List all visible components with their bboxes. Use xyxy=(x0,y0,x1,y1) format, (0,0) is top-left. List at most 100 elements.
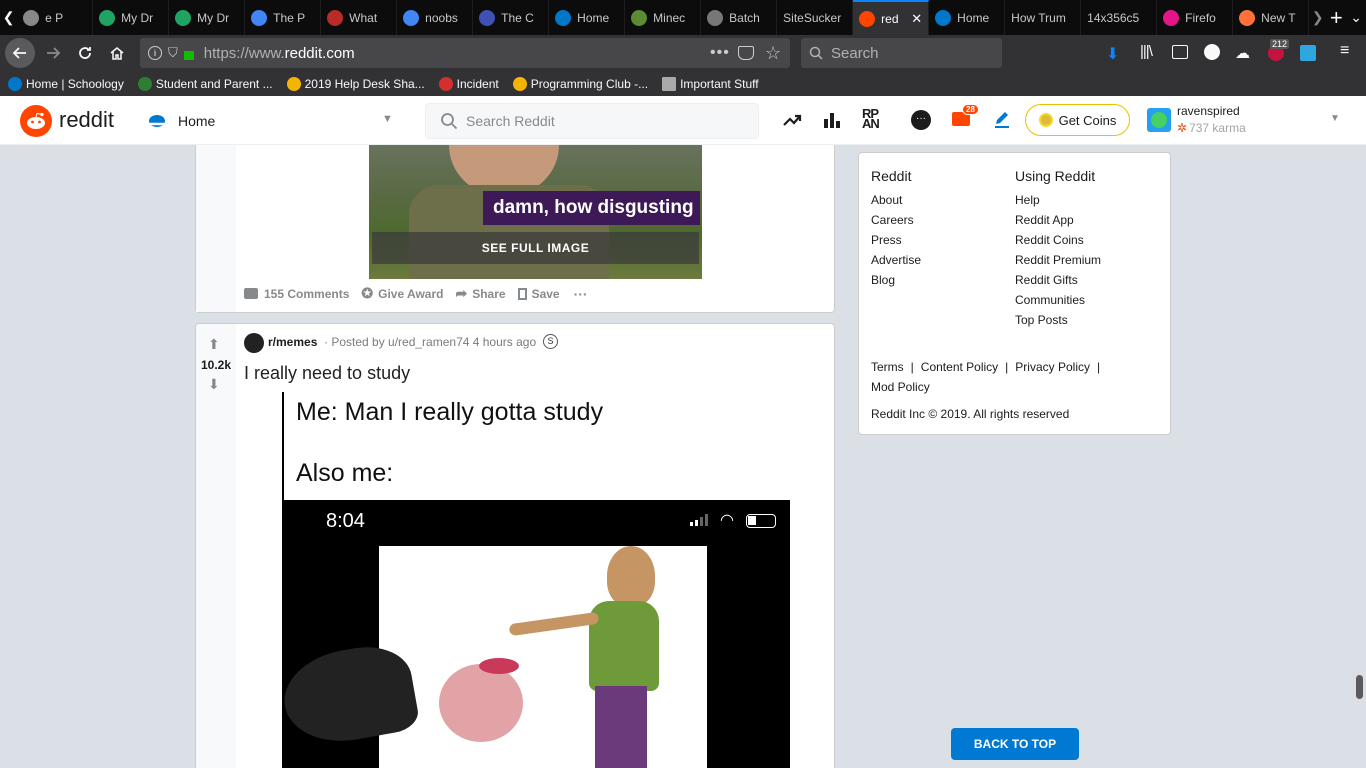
see-full-image-button[interactable]: SEE FULL IMAGE xyxy=(372,232,699,264)
rpan-icon[interactable]: RP AN xyxy=(862,107,880,130)
sidebar-icon[interactable] xyxy=(1172,45,1188,59)
browser-tab[interactable]: Batch xyxy=(701,0,778,35)
bookmark-item[interactable]: Programming Club -... xyxy=(512,77,648,91)
copyright-text: Reddit Inc © 2019. All rights reserved xyxy=(871,407,1070,421)
content-policy-link[interactable]: Content Policy xyxy=(921,360,998,374)
browser-tab[interactable]: e P xyxy=(17,0,94,35)
policy-links: Terms | Content Policy | Privacy Policy | Mod… xyxy=(871,360,1101,394)
page-actions-icon[interactable]: ••• xyxy=(710,44,730,62)
terms-link[interactable]: Terms xyxy=(871,360,904,374)
footer-link[interactable]: Blog xyxy=(871,273,921,293)
google-drive-icon xyxy=(512,77,527,91)
scroll-tabs-right-button[interactable]: ❯ xyxy=(1309,3,1326,33)
bookmark-star-icon[interactable]: ☆ xyxy=(765,43,781,64)
create-post-pencil-icon[interactable] xyxy=(993,110,1011,133)
browser-tab[interactable]: How Trum xyxy=(1005,0,1082,35)
give-award-button[interactable]: ✪ Give Award xyxy=(361,285,443,302)
browser-tab[interactable]: Home xyxy=(549,0,626,35)
library-icon[interactable]: |||\ xyxy=(1140,43,1153,60)
tracking-shield-icon[interactable]: ⛉ xyxy=(168,45,178,61)
reddit-search-input[interactable]: Search Reddit xyxy=(425,103,759,139)
popular-trending-icon[interactable] xyxy=(782,110,802,135)
browser-tab[interactable]: The P xyxy=(245,0,322,35)
browser-tab[interactable]: What xyxy=(321,0,398,35)
footer-link[interactable]: Communities xyxy=(1015,293,1101,313)
browser-tab[interactable]: noobs xyxy=(397,0,474,35)
home-dropdown[interactable]: Home ▼ xyxy=(146,105,396,137)
post-image[interactable]: Me: Man I really gotta study Also me: 8:… xyxy=(282,392,790,768)
tab-label: Home xyxy=(957,10,990,25)
post-title[interactable]: I really need to study xyxy=(244,363,410,384)
browser-tab[interactable]: The C xyxy=(473,0,550,35)
bookmark-item[interactable]: Student and Parent ... xyxy=(137,77,273,91)
bookmark-item[interactable]: Home | Schoology xyxy=(8,77,124,91)
award-icon: ✪ xyxy=(361,285,374,301)
bookmark-label: Student and Parent ... xyxy=(155,77,273,91)
browser-tab[interactable]: Firefo xyxy=(1157,0,1234,35)
bookmark-item[interactable]: Incident xyxy=(438,77,499,91)
tab-label: red xyxy=(881,11,899,26)
chat-icon[interactable]: ··· xyxy=(911,110,931,130)
pocket-icon[interactable] xyxy=(738,46,754,60)
save-button[interactable]: Save xyxy=(517,287,560,301)
info-icon[interactable]: i xyxy=(148,46,162,60)
footer-link[interactable]: Reddit App xyxy=(1015,213,1101,233)
bookmark-item[interactable]: 2019 Help Desk Sha... xyxy=(286,77,425,91)
url-bar[interactable]: i ⛉ https://www. reddit.com ••• ☆ xyxy=(140,38,790,68)
new-tab-button[interactable]: + xyxy=(1326,3,1346,33)
subreddit-avatar[interactable] xyxy=(244,333,264,353)
hamburger-menu-icon[interactable]: ≡ xyxy=(1340,42,1349,60)
footer-link[interactable]: Press xyxy=(871,233,921,253)
upvote-arrow-icon[interactable]: ⬆ xyxy=(208,336,220,353)
reddit-wordmark[interactable]: reddit xyxy=(59,107,114,133)
back-to-top-button[interactable]: BACK TO TOP xyxy=(951,728,1079,760)
footer-link[interactable]: Careers xyxy=(871,213,921,233)
more-options-button[interactable]: ··· xyxy=(574,286,588,302)
browser-tab[interactable]: My Dr xyxy=(93,0,170,35)
back-button[interactable] xyxy=(5,38,35,68)
browser-search-input[interactable]: Search xyxy=(801,38,1002,68)
subreddit-link[interactable]: r/memes xyxy=(268,335,317,349)
chevron-down-icon: ▼ xyxy=(382,113,393,125)
privacy-policy-link[interactable]: Privacy Policy xyxy=(1015,360,1090,374)
comments-button[interactable]: 155 Comments xyxy=(244,287,349,301)
bookmark-item[interactable]: Important Stuff xyxy=(662,77,759,91)
browser-tab[interactable]: New T xyxy=(1233,0,1310,35)
footer-link[interactable]: Reddit Coins xyxy=(1015,233,1101,253)
close-tab-icon[interactable]: ✕ xyxy=(911,11,922,27)
footer-link[interactable]: Advertise xyxy=(871,253,921,273)
footer-link[interactable]: Top Posts xyxy=(1015,313,1101,333)
scroll-tabs-left-button[interactable]: ❮ xyxy=(0,3,17,33)
search-icon xyxy=(441,113,458,130)
forward-button[interactable] xyxy=(38,38,68,68)
share-button[interactable]: ➦ Share xyxy=(455,285,505,302)
karma-display: ✲ 737 karma xyxy=(1177,121,1246,135)
user-menu-dropdown[interactable]: ravenspired ✲ 737 karma ▼ xyxy=(1146,102,1346,140)
tab-list-chevron-icon[interactable]: ⌄ xyxy=(1346,3,1366,33)
downloads-icon[interactable]: ⬇ xyxy=(1106,44,1119,64)
browser-tab[interactable]: My Dr xyxy=(169,0,246,35)
scrollbar-thumb[interactable] xyxy=(1356,675,1363,699)
get-coins-button[interactable]: Get Coins xyxy=(1025,104,1130,136)
post-card[interactable]: ⬆ 10.2k ⬇ r/memes · Posted by u/red_rame… xyxy=(195,323,835,768)
account-icon[interactable] xyxy=(1204,44,1220,60)
mod-policy-link[interactable]: Mod Policy xyxy=(871,380,930,394)
footer-link[interactable]: Reddit Premium xyxy=(1015,253,1101,273)
footer-link[interactable]: Reddit Gifts xyxy=(1015,273,1101,293)
post-image[interactable]: damn, how disgusting SEE FULL IMAGE xyxy=(369,145,702,279)
extension-icon[interactable]: ☁ xyxy=(1235,44,1250,62)
browser-tab[interactable]: Minec xyxy=(625,0,702,35)
extension-blue-icon[interactable] xyxy=(1300,45,1316,61)
downvote-arrow-icon[interactable]: ⬇ xyxy=(208,376,220,393)
browser-tab[interactable]: Home xyxy=(929,0,1006,35)
browser-tab[interactable]: 14x356c5 xyxy=(1081,0,1158,35)
footer-link[interactable]: Help xyxy=(1015,193,1101,213)
reddit-logo-icon[interactable] xyxy=(20,105,52,137)
footer-link[interactable]: About xyxy=(871,193,921,213)
home-button[interactable] xyxy=(102,38,132,68)
reload-button[interactable] xyxy=(70,38,100,68)
browser-tab[interactable]: red ✕ xyxy=(853,0,930,35)
all-leaderboard-icon[interactable] xyxy=(822,110,842,135)
post-card[interactable]: damn, how disgusting SEE FULL IMAGE 155 … xyxy=(195,145,835,313)
browser-tab[interactable]: SiteSucker xyxy=(777,0,854,35)
